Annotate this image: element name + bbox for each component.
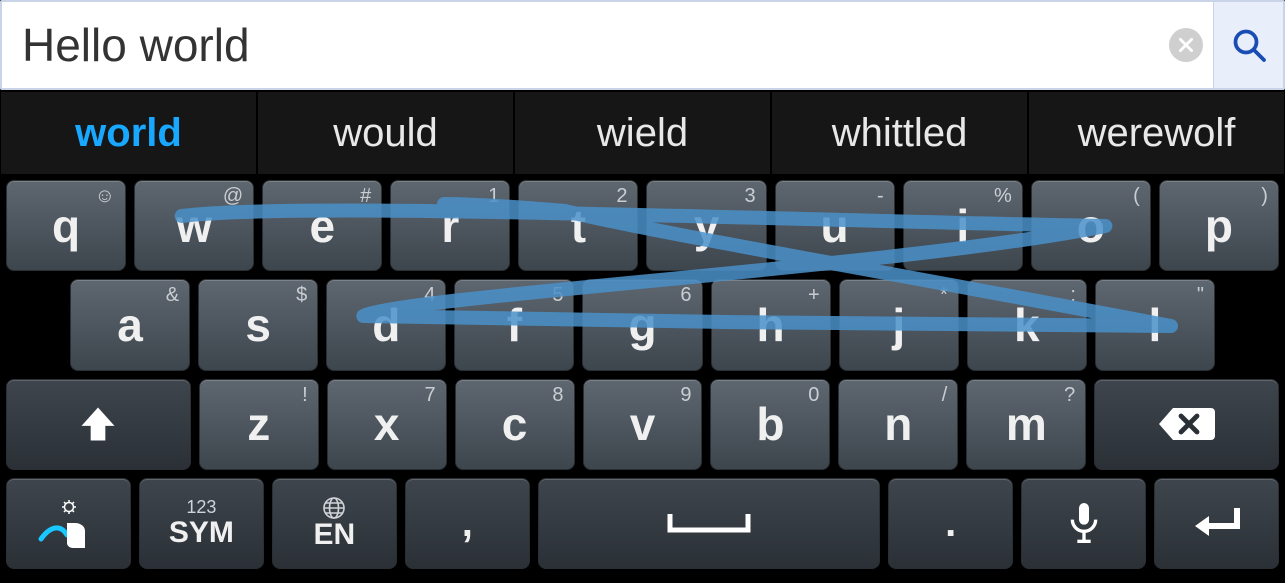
clear-button[interactable]: [1169, 28, 1203, 62]
key-h[interactable]: +h: [711, 279, 831, 370]
enter-icon: [1187, 502, 1247, 544]
key-b[interactable]: 0b: [710, 379, 830, 470]
key-u[interactable]: -u: [775, 180, 895, 271]
key-z[interactable]: !z: [199, 379, 319, 470]
key-v[interactable]: 9v: [583, 379, 703, 470]
key-enter[interactable]: [1154, 478, 1279, 569]
key-s[interactable]: $s: [198, 279, 318, 370]
key-shift[interactable]: [6, 379, 191, 470]
key-x[interactable]: 7x: [327, 379, 447, 470]
space-icon: [664, 508, 754, 538]
key-j[interactable]: *j: [839, 279, 959, 370]
globe-icon: [322, 496, 346, 520]
keyboard: ☺q @w #e 1r 2t 3y -u %i (o )p &a $s 4d 5…: [0, 176, 1285, 583]
key-mic[interactable]: [1021, 478, 1146, 569]
suggestion-3[interactable]: whittled: [772, 92, 1027, 174]
suggestion-0[interactable]: world: [1, 92, 256, 174]
key-r[interactable]: 1r: [390, 180, 510, 271]
settings-swipe-icon: [33, 495, 103, 551]
key-d[interactable]: 4d: [326, 279, 446, 370]
key-m[interactable]: ?m: [966, 379, 1086, 470]
key-i[interactable]: %i: [903, 180, 1023, 271]
key-y[interactable]: 3y: [646, 180, 766, 271]
key-row-1: ☺q @w #e 1r 2t 3y -u %i (o )p: [6, 180, 1279, 271]
screen: world would wield whittled werewolf ☺q @…: [0, 0, 1285, 583]
key-backspace[interactable]: [1094, 379, 1279, 470]
mic-icon: [1064, 499, 1104, 547]
key-a[interactable]: &a: [70, 279, 190, 370]
search-icon: [1231, 27, 1267, 63]
key-language[interactable]: EN: [272, 478, 397, 569]
row2-right-pad: [1223, 279, 1279, 370]
key-p[interactable]: )p: [1159, 180, 1279, 271]
key-row-2: &a $s 4d 5f 6g +h *j :k "l: [6, 279, 1279, 370]
suggestion-bar: world would wield whittled werewolf: [0, 90, 1285, 176]
key-comma[interactable]: ,: [405, 478, 530, 569]
key-k[interactable]: :k: [967, 279, 1087, 370]
key-row-3: !z 7x 8c 9v 0b /n ?m: [6, 379, 1279, 470]
shift-icon: [76, 402, 120, 446]
backspace-icon: [1157, 404, 1217, 444]
key-g[interactable]: 6g: [582, 279, 702, 370]
key-q[interactable]: ☺q: [6, 180, 126, 271]
suggestion-1[interactable]: would: [258, 92, 513, 174]
key-t[interactable]: 2t: [518, 180, 638, 271]
suggestion-4[interactable]: werewolf: [1029, 92, 1284, 174]
key-row-4: 123SYM EN , .: [6, 478, 1279, 569]
clear-icon: [1179, 38, 1193, 52]
search-button[interactable]: [1213, 2, 1283, 88]
key-period[interactable]: .: [888, 478, 1013, 569]
key-n[interactable]: /n: [838, 379, 958, 470]
key-f[interactable]: 5f: [454, 279, 574, 370]
key-symbols[interactable]: 123SYM: [139, 478, 264, 569]
search-bar: [0, 0, 1285, 90]
key-o[interactable]: (o: [1031, 180, 1151, 271]
key-e[interactable]: #e: [262, 180, 382, 271]
key-settings[interactable]: [6, 478, 131, 569]
key-l[interactable]: "l: [1095, 279, 1215, 370]
row2-left-pad: [6, 279, 62, 370]
search-input[interactable]: [2, 18, 1169, 72]
key-c[interactable]: 8c: [455, 379, 575, 470]
key-w[interactable]: @w: [134, 180, 254, 271]
key-space[interactable]: [538, 478, 880, 569]
suggestion-2[interactable]: wield: [515, 92, 770, 174]
